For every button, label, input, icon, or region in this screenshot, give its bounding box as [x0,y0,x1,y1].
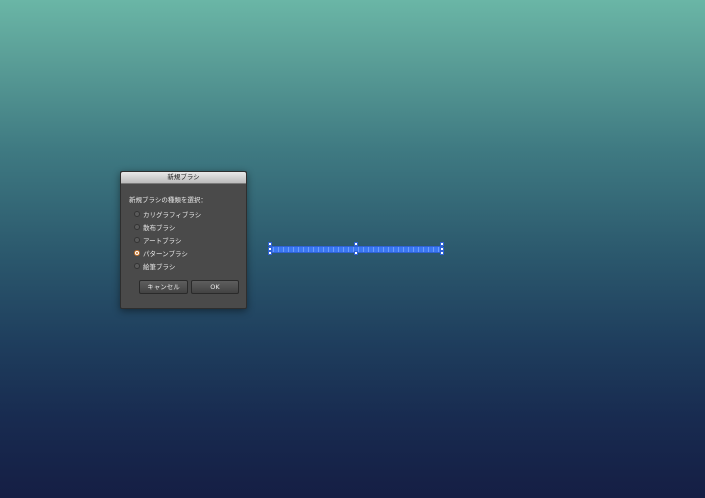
ok-button[interactable]: OK [191,280,239,294]
radio-button[interactable] [134,236,140,243]
radio-option-art[interactable]: アートブラシ [134,233,201,246]
selection-handle-bottom-right[interactable] [440,251,444,255]
selection-handle-top-right[interactable] [440,242,444,246]
selection-handle-top-center[interactable] [354,242,358,246]
brush-type-radio-group: カリグラフィブラシ 散布ブラシ アートブラシ パターンブラシ 絵筆ブラシ [134,207,201,273]
dialog-titlebar[interactable]: 新規ブラシ [121,172,246,184]
radio-label: 散布ブラシ [143,223,176,232]
cancel-button[interactable]: キャンセル [139,280,188,294]
new-brush-dialog: 新規ブラシ 新規ブラシの種類を選択： カリグラフィブラシ 散布ブラシ アートブラ… [120,171,247,309]
radio-button-selected[interactable] [134,250,140,257]
radio-label: 絵筆ブラシ [143,263,176,272]
radio-option-pattern[interactable]: パターンブラシ [134,247,201,260]
selected-brush-stroke[interactable] [268,242,444,255]
dialog-prompt: 新規ブラシの種類を選択： [129,196,207,204]
radio-option-calligraphic[interactable]: カリグラフィブラシ [134,207,201,220]
radio-label: アートブラシ [143,236,182,245]
selection-handle-top-left[interactable] [268,242,272,246]
selection-handle-bottom-left[interactable] [268,251,272,255]
radio-label: カリグラフィブラシ [143,210,202,219]
selection-handle-bottom-center[interactable] [354,251,358,255]
radio-button[interactable] [134,223,140,230]
radio-label: パターンブラシ [143,250,188,259]
radio-button[interactable] [134,263,140,270]
radio-button[interactable] [134,210,140,217]
radio-option-scatter[interactable]: 散布ブラシ [134,220,201,233]
radio-option-bristle[interactable]: 絵筆ブラシ [134,260,201,273]
